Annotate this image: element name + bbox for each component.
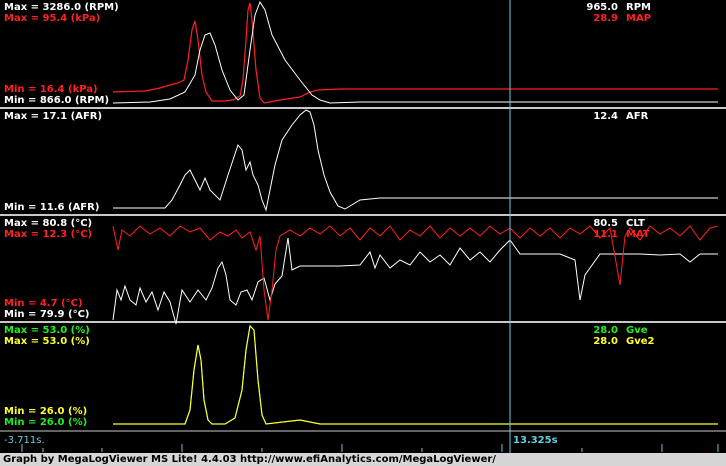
mat-current-value: 11.1 bbox=[593, 229, 618, 240]
mat-trace bbox=[112, 225, 719, 321]
timeline-cursor-label: 13.325s bbox=[513, 435, 558, 446]
afr-min-label: Min = 11.6 (AFR) bbox=[4, 202, 100, 213]
map-current-value: 28.9 bbox=[593, 13, 618, 24]
clt-trace bbox=[112, 237, 718, 325]
afr-current-name: AFR bbox=[626, 111, 649, 122]
footer-bar: Graph by MegaLogViewer MS Lite! 4.4.03 h… bbox=[0, 453, 726, 466]
map-min-label: Min = 16.4 (kPa) bbox=[4, 84, 98, 95]
footer-credit: Graph by MegaLogViewer MS Lite! 4.4.03 h… bbox=[3, 454, 496, 465]
clt-max-label: Max = 80.8 (°C) bbox=[4, 218, 93, 229]
clt-min-label: Min = 79.9 (°C) bbox=[4, 309, 90, 320]
mat-min-label: Min = 4.7 (°C) bbox=[4, 298, 83, 309]
mat-current-name: MAT bbox=[626, 229, 650, 240]
gve-current-name: Gve bbox=[626, 325, 648, 336]
map-max-label: Max = 95.4 (kPa) bbox=[4, 13, 101, 24]
timeline-start-label: -3.711s. bbox=[4, 435, 45, 446]
afr-trace bbox=[113, 109, 718, 212]
mat-max-label: Max = 12.3 (°C) bbox=[4, 229, 93, 240]
gve2-min-label: Min = 26.0 (%) bbox=[4, 417, 88, 428]
gve2-max-label: Max = 53.0 (%) bbox=[4, 336, 90, 347]
afr-max-label: Max = 17.1 (AFR) bbox=[4, 111, 103, 122]
rpm-min-label: Min = 866.0 (RPM) bbox=[4, 95, 110, 106]
timeline-axis[interactable] bbox=[0, 434, 726, 452]
rpm-current-value: 965.0 bbox=[586, 2, 618, 13]
gve2-current-value: 28.0 bbox=[593, 336, 618, 347]
rpm-current-name: RPM bbox=[626, 2, 651, 13]
map-current-name: MAP bbox=[626, 13, 652, 24]
gve2-current-name: Gve2 bbox=[626, 336, 655, 347]
afr-current-value: 12.4 bbox=[593, 111, 618, 122]
gve-max-label: Max = 53.0 (%) bbox=[4, 325, 90, 336]
clt-current-value: 80.5 bbox=[593, 218, 618, 229]
clt-current-name: CLT bbox=[626, 218, 645, 229]
rpm-max-label: Max = 3286.0 (RPM) bbox=[4, 2, 119, 13]
gve-min-label: Min = 26.0 (%) bbox=[4, 406, 88, 417]
gve-current-value: 28.0 bbox=[593, 325, 618, 336]
